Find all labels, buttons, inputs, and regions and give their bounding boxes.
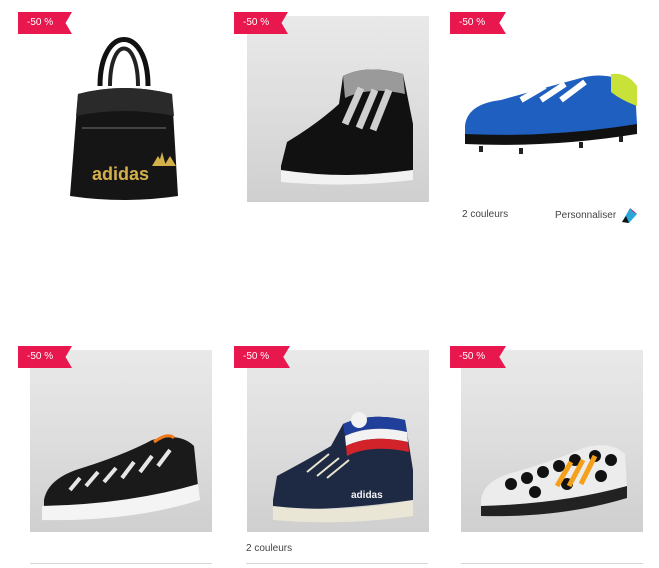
product-card-football-boot-blue[interactable]: -50 % 2 couleurs Personnaliser xyxy=(450,12,655,232)
sneaker-illustration: adidas xyxy=(273,412,413,523)
boot-illustration xyxy=(481,445,627,517)
product-card-football-boot-worldcup[interactable]: -50 % xyxy=(450,346,655,566)
product-image[interactable] xyxy=(30,350,212,532)
card-divider xyxy=(246,563,428,564)
personalize-link[interactable]: Personnaliser xyxy=(555,206,638,224)
colors-count[interactable]: 2 couleurs xyxy=(462,209,508,220)
product-image[interactable] xyxy=(461,350,643,532)
product-card-bag[interactable]: adidas -50 % xyxy=(18,12,218,222)
discount-badge: -50 % xyxy=(450,12,506,34)
product-image[interactable]: adidas xyxy=(247,350,429,532)
discount-badge: -50 % xyxy=(18,12,72,34)
personalize-icon xyxy=(622,208,638,223)
product-image[interactable]: adidas xyxy=(30,16,212,202)
discount-badge: -50 % xyxy=(18,346,72,368)
discount-badge: -50 % xyxy=(234,346,290,368)
product-image[interactable] xyxy=(247,16,429,202)
sneaker-illustration xyxy=(281,69,413,185)
product-card-running-shoe-print[interactable]: -50 % xyxy=(18,346,218,566)
svg-text:adidas: adidas xyxy=(92,164,149,184)
bag-illustration: adidas xyxy=(70,37,178,200)
card-divider xyxy=(30,563,212,564)
personalize-label: Personnaliser xyxy=(555,209,617,221)
product-card-sneaker-high-navy[interactable]: adidas -50 % 2 couleurs xyxy=(234,346,434,566)
svg-text:adidas: adidas xyxy=(351,490,383,501)
product-image[interactable] xyxy=(461,16,643,202)
boot-illustration xyxy=(465,73,637,154)
colors-count[interactable]: 2 couleurs xyxy=(246,543,292,554)
discount-badge: -50 % xyxy=(234,12,288,34)
discount-badge: -50 % xyxy=(450,346,506,368)
card-divider xyxy=(461,563,643,564)
running-shoe-illustration xyxy=(42,434,200,521)
product-card-sneaker-high-black[interactable]: -50 % xyxy=(234,12,434,222)
